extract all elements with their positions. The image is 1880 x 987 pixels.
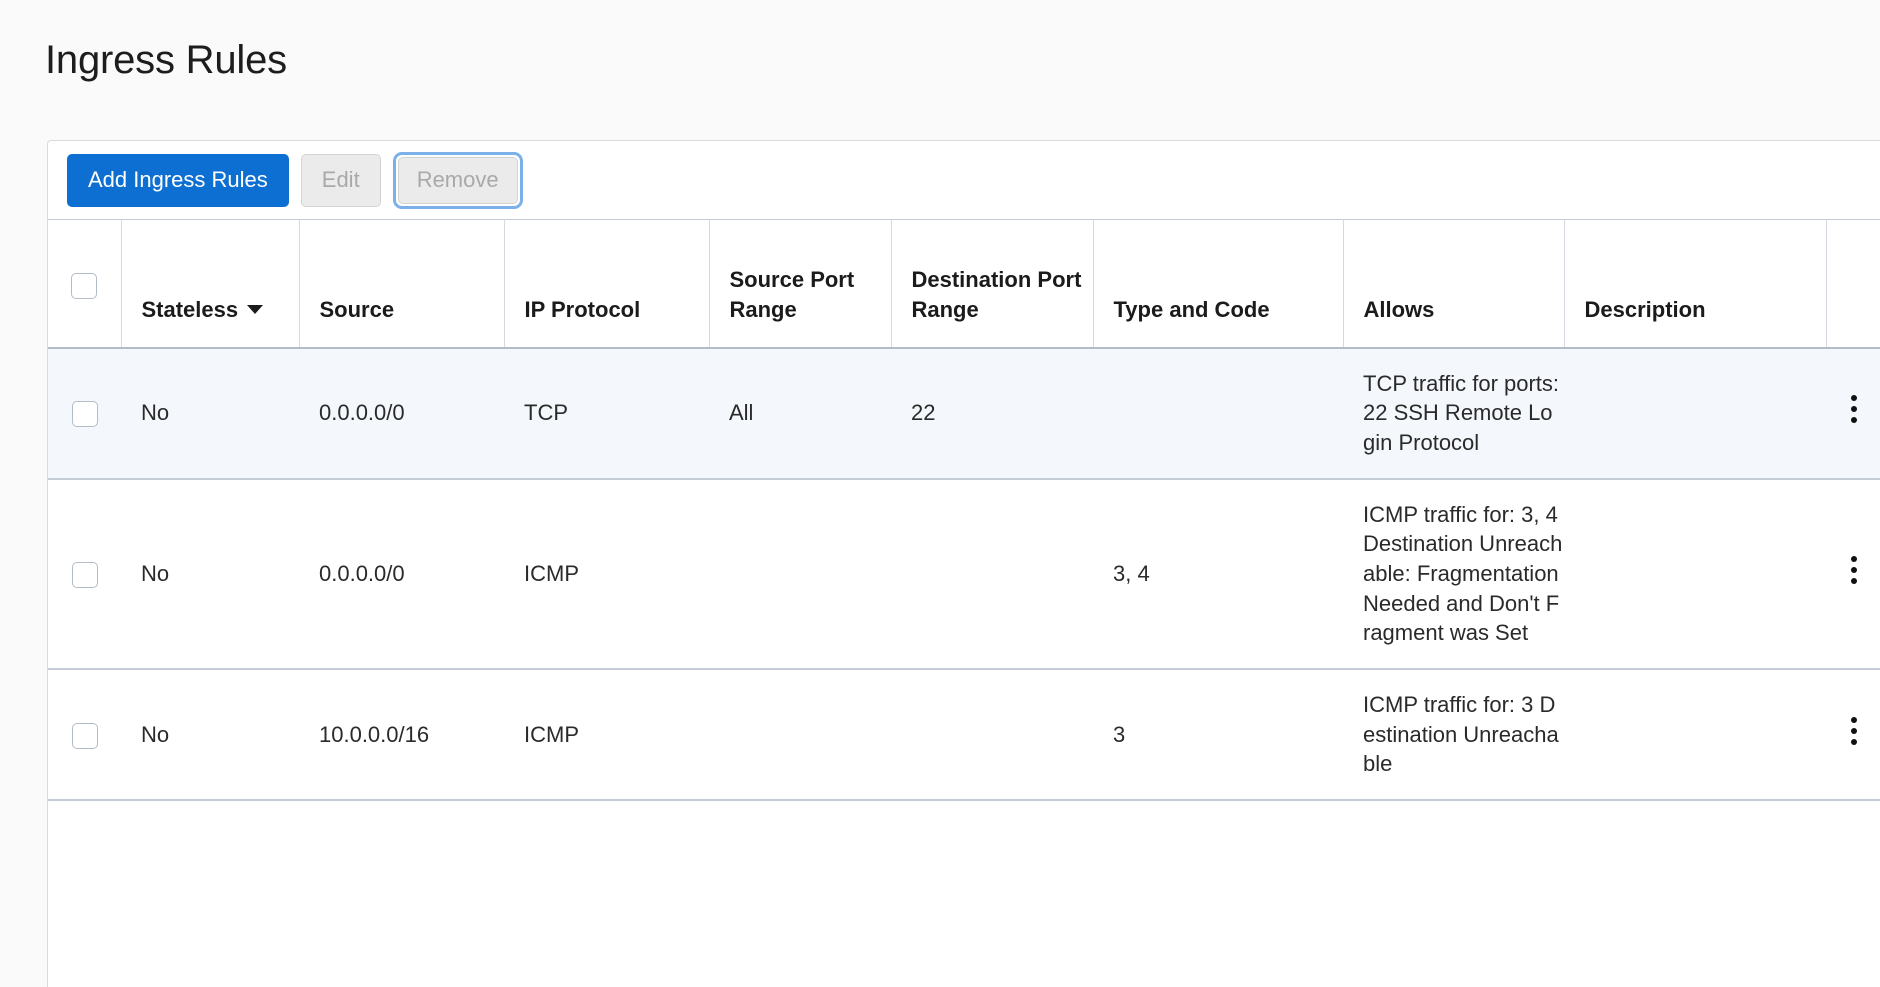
row-select-cell	[48, 669, 121, 802]
cell-source-port-range	[709, 669, 891, 802]
caret-down-icon[interactable]	[247, 304, 264, 314]
cell-type-and-code: 3	[1093, 669, 1343, 802]
ingress-rules-card: Add Ingress Rules Edit Remove Stateless	[47, 140, 1880, 987]
cell-actions	[1826, 669, 1880, 802]
kebab-menu-icon[interactable]	[1845, 713, 1863, 749]
cell-description	[1564, 478, 1826, 671]
cell-allows: ICMP traffic for: 3 Destination Unreacha…	[1343, 669, 1564, 802]
column-header-ip-protocol[interactable]: IP Protocol	[504, 219, 710, 348]
row-select-checkbox[interactable]	[71, 562, 98, 589]
ingress-rules-page: Ingress Rules Add Ingress Rules Edit Rem…	[0, 0, 1880, 987]
column-header-select-all	[48, 219, 122, 348]
row-select-checkbox[interactable]	[71, 722, 98, 749]
cell-ip-protocol: ICMP	[504, 478, 709, 671]
cell-allows: TCP traffic for ports: 22 SSH Remote Log…	[1343, 347, 1564, 480]
table-row[interactable]: No 0.0.0.0/0 TCP All 22 TCP traffic for ports…	[48, 347, 1880, 480]
edit-button[interactable]: Edit	[300, 153, 381, 207]
cell-destination-port-range: 22	[891, 347, 1093, 480]
row-select-cell	[48, 347, 121, 480]
column-header-type-and-code[interactable]: Type and Code	[1093, 219, 1344, 348]
kebab-menu-icon[interactable]	[1845, 391, 1863, 427]
table-body: No 0.0.0.0/0 TCP All 22 TCP traffic for ports…	[48, 347, 1880, 802]
cell-source-port-range	[709, 478, 891, 671]
cell-ip-protocol: TCP	[504, 347, 709, 480]
table-toolbar: Add Ingress Rules Edit Remove	[48, 141, 1880, 219]
table-row[interactable]: No 10.0.0.0/16 ICMP 3 ICMP traffic for: 3 De…	[48, 669, 1880, 802]
cell-description	[1564, 347, 1826, 480]
column-header-allows[interactable]: Allows	[1343, 219, 1565, 348]
cell-source: 0.0.0.0/0	[299, 478, 504, 671]
table-row[interactable]: No 0.0.0.0/0 ICMP 3, 4 ICMP traffic for: 3, …	[48, 478, 1880, 671]
table-header-row: Stateless Source IP Protocol Source Port…	[48, 219, 1880, 348]
row-select-cell	[48, 478, 121, 671]
cell-actions	[1826, 478, 1880, 671]
cell-ip-protocol: ICMP	[504, 669, 709, 802]
select-all-checkbox[interactable]	[71, 272, 98, 299]
remove-button-focus-ring: Remove	[392, 151, 523, 209]
cell-type-and-code: 3, 4	[1093, 478, 1343, 671]
table-header: Stateless Source IP Protocol Source Port…	[48, 219, 1880, 348]
cell-description	[1564, 669, 1826, 802]
column-header-stateless[interactable]: Stateless	[121, 219, 300, 348]
column-header-description[interactable]: Description	[1564, 219, 1827, 348]
cell-source: 10.0.0.0/16	[299, 669, 504, 802]
row-select-checkbox[interactable]	[71, 401, 98, 428]
column-header-source-port-range[interactable]: Source Port Range	[709, 219, 892, 348]
cell-destination-port-range	[891, 478, 1093, 671]
ingress-rules-table: Stateless Source IP Protocol Source Port…	[48, 219, 1880, 802]
cell-stateless: No	[121, 478, 299, 671]
column-header-stateless-label: Stateless	[141, 296, 239, 322]
cell-stateless: No	[121, 669, 299, 802]
cell-type-and-code	[1093, 347, 1343, 480]
page-title: Ingress Rules	[45, 38, 287, 82]
column-header-destination-port-range[interactable]: Destination Port Range	[891, 219, 1094, 348]
cell-actions	[1826, 347, 1880, 480]
cell-allows: ICMP traffic for: 3, 4 Destination Unrea…	[1343, 478, 1564, 671]
kebab-menu-icon[interactable]	[1845, 552, 1863, 588]
cell-stateless: No	[121, 347, 299, 480]
cell-source-port-range: All	[709, 347, 891, 480]
add-ingress-rules-button[interactable]: Add Ingress Rules	[67, 153, 289, 207]
column-header-source[interactable]: Source	[299, 219, 505, 348]
cell-source: 0.0.0.0/0	[299, 347, 504, 480]
column-header-actions	[1826, 220, 1880, 348]
remove-button[interactable]: Remove	[397, 156, 518, 204]
cell-destination-port-range	[891, 669, 1093, 802]
